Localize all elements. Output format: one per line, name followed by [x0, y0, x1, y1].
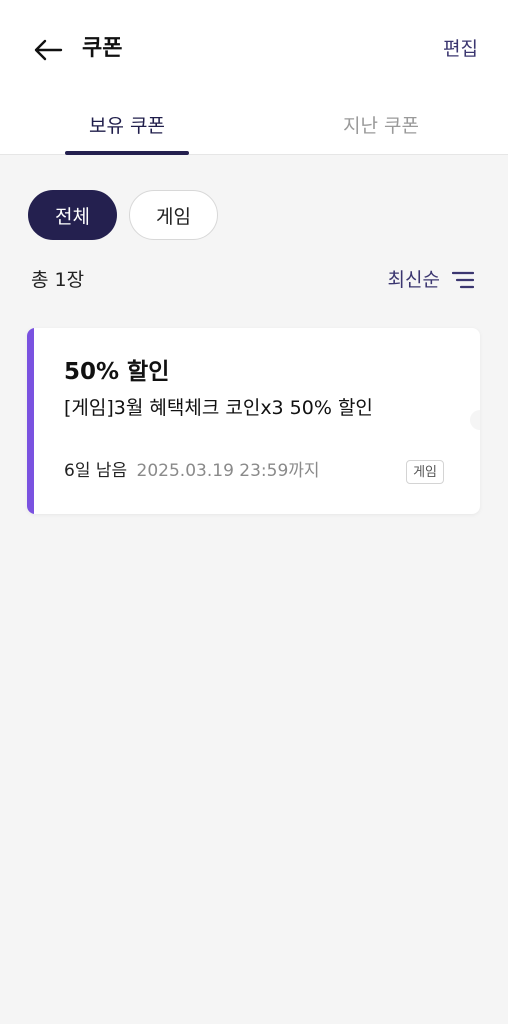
tab-label: 보유 쿠폰: [89, 115, 165, 137]
tab-label: 지난 쿠폰: [343, 115, 419, 137]
active-tab-indicator: [65, 151, 189, 155]
coupon-accent-bar: [27, 328, 34, 514]
coupon-card[interactable]: 50% 할인 [게임]3월 혜택체크 코인x3 50% 할인 6일 남음 202…: [27, 328, 480, 514]
coupon-description: [게임]3월 혜택체크 코인x3 50% 할인: [64, 397, 373, 419]
coupon-remaining: 6일 남음: [64, 461, 128, 481]
sort-lines-icon: [452, 271, 474, 289]
arrow-left-icon: [34, 39, 63, 61]
tab-owned-coupons[interactable]: 보유 쿠폰: [0, 96, 254, 154]
coupon-tabs: 보유 쿠폰 지난 쿠폰: [0, 96, 508, 155]
edit-button[interactable]: 편집: [443, 35, 478, 63]
coupon-title: 50% 할인: [64, 359, 170, 385]
coupon-expiry: 2025.03.19 23:59까지: [136, 461, 320, 481]
filter-chip-all[interactable]: 전체: [28, 190, 117, 240]
coupon-footer: 6일 남음 2025.03.19 23:59까지: [64, 459, 320, 483]
page-title: 쿠폰: [82, 36, 123, 61]
coupon-count: 총 1장: [31, 269, 85, 291]
tab-past-coupons[interactable]: 지난 쿠폰: [254, 96, 508, 154]
sort-label: 최신순: [387, 269, 440, 291]
coupon-category-badge: 게임: [406, 460, 444, 484]
coupon-notch: [470, 410, 480, 430]
back-button[interactable]: [30, 32, 66, 68]
filter-chip-game[interactable]: 게임: [129, 190, 218, 240]
sort-button[interactable]: 최신순: [388, 266, 474, 294]
top-bar: 쿠폰 편집: [0, 0, 508, 96]
